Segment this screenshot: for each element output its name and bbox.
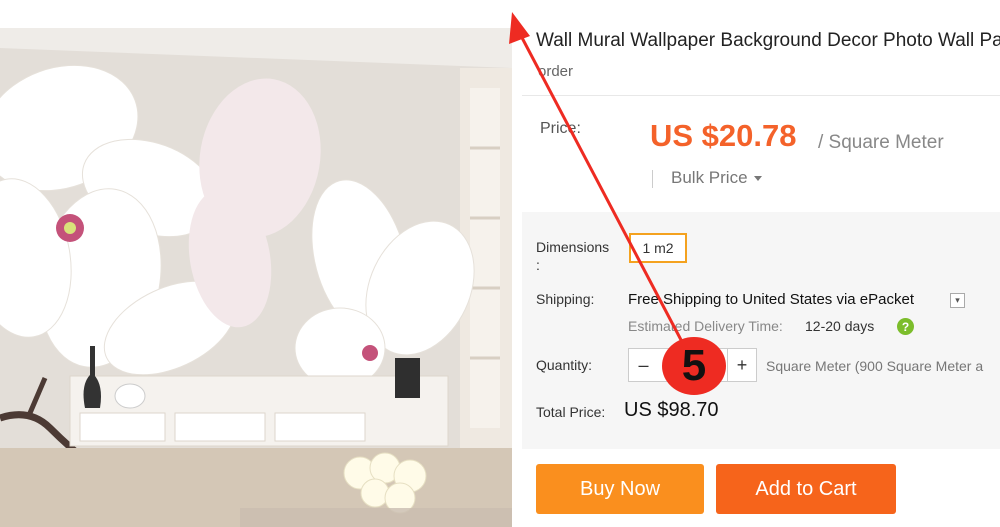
question-icon[interactable]: ? (897, 318, 914, 335)
buy-now-button[interactable]: Buy Now (536, 464, 704, 514)
quantity-decrease-button[interactable]: – (628, 348, 659, 382)
add-to-cart-button[interactable]: Add to Cart (716, 464, 896, 514)
bulk-price-dropdown[interactable]: Bulk Price (671, 168, 762, 188)
shipping-method[interactable]: Free Shipping to United States via ePack… (628, 291, 914, 308)
step-number-badge: 5 (662, 337, 726, 395)
chevron-down-icon[interactable]: ▾ (950, 293, 965, 308)
order-count: order (538, 63, 574, 80)
price-unit: / Square Meter (818, 132, 944, 153)
divider (522, 95, 1000, 96)
delivery-time-value: 12-20 days (805, 318, 875, 334)
total-price-label: Total Price: (536, 404, 606, 420)
bulk-price-label: Bulk Price (671, 168, 748, 187)
dimensions-label: Dimensions: (536, 239, 610, 273)
price-label: Price: (540, 120, 581, 137)
bulk-price-separator (652, 170, 653, 188)
product-title[interactable]: Wall Mural Wallpaper Background Decor Ph… (536, 30, 1000, 56)
caret-down-icon (753, 176, 762, 182)
dimension-option-1m2[interactable]: 1 m2 (629, 233, 687, 263)
delivery-time-label: Estimated Delivery Time: (628, 318, 783, 334)
price-value: US $20.78 (650, 118, 797, 153)
wall-mural-photo (0, 28, 512, 527)
product-image[interactable] (0, 28, 512, 527)
quantity-unit-text: Square Meter (900 Square Meter a (766, 358, 984, 374)
total-price-value: US $98.70 (624, 399, 719, 421)
quantity-increase-button[interactable]: + (727, 348, 757, 382)
shipping-label: Shipping: (536, 291, 595, 307)
quantity-label: Quantity: (536, 357, 593, 373)
